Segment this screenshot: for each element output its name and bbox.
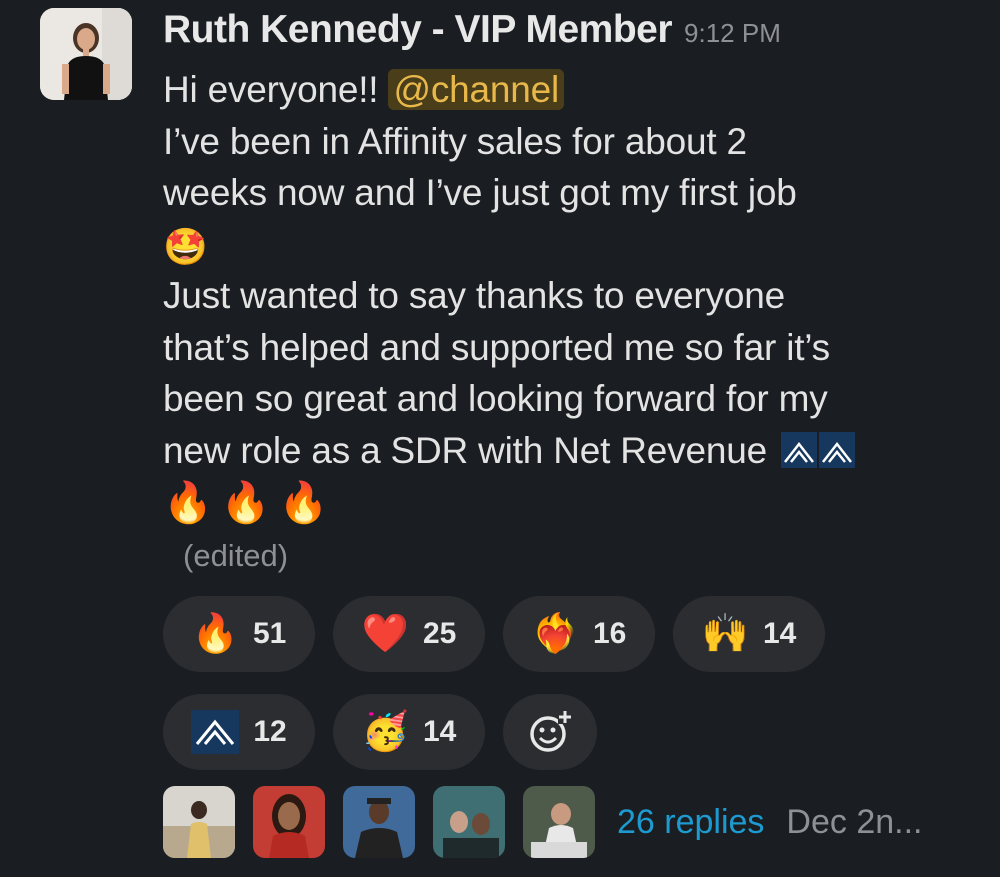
reaction-count: 14 [762, 617, 797, 650]
reaction-partying-face[interactable]: 🥳 14 [333, 694, 485, 770]
replies-link[interactable]: 26 replies [617, 803, 764, 842]
replier-avatar [343, 786, 415, 858]
partying-face-icon: 🥳 [361, 711, 409, 753]
message-line: 🤩 [163, 219, 963, 271]
reaction-count: 12 [253, 715, 287, 748]
replier-avatar [433, 786, 505, 858]
last-reply-date: Dec 2n... [786, 802, 923, 841]
reaction-row: 🔥 51 ❤️ 25 ❤️‍🔥 16 🙌 14 [163, 596, 963, 672]
message-line-text: new role as a SDR with Net Revenue [163, 429, 767, 471]
net-revenue-logo-icon [191, 710, 240, 754]
reactions-bar: 🔥 51 ❤️ 25 ❤️‍🔥 16 🙌 14 12 🥳 14 [163, 596, 963, 792]
message-line: Hi everyone!! @channel [163, 64, 963, 116]
reaction-row: 12 🥳 14 [163, 694, 963, 770]
net-revenue-logo-icon [819, 431, 856, 468]
edited-label: (edited) [183, 538, 289, 573]
reaction-net-revenue[interactable]: 12 [163, 694, 315, 770]
fire-icon: 🔥 [191, 613, 239, 655]
reaction-count: 51 [252, 617, 287, 650]
net-revenue-logo-icon [781, 431, 818, 468]
add-reaction-button[interactable] [503, 694, 597, 770]
message-timestamp[interactable]: 9:12 PM [684, 18, 781, 49]
reaction-heart-on-fire[interactable]: ❤️‍🔥 16 [503, 596, 655, 672]
star-struck-icon: 🤩 [163, 225, 208, 267]
reaction-count: 14 [422, 715, 457, 748]
heart-on-fire-icon: ❤️‍🔥 [531, 613, 579, 655]
add-reaction-icon [530, 710, 572, 752]
author-avatar[interactable] [40, 8, 132, 100]
reaction-count: 25 [422, 617, 457, 650]
reaction-fire[interactable]: 🔥 51 [163, 596, 315, 672]
reaction-raised-hands[interactable]: 🙌 14 [673, 596, 825, 672]
message-line: that’s helped and supported me so far it… [163, 326, 830, 368]
replier-avatar [163, 786, 235, 858]
channel-mention[interactable]: @channel [388, 69, 565, 110]
fire-icon: 🔥 [278, 481, 329, 525]
heart-icon: ❤️ [361, 613, 409, 655]
message-text: Hi everyone!! @channel I’ve been in Affi… [163, 64, 963, 476]
raised-hands-icon: 🙌 [701, 613, 749, 655]
message-line: been so great and looking forward for my [163, 378, 828, 419]
fire-icon: 🔥 [163, 481, 213, 525]
replier-avatar [253, 786, 325, 858]
message-body: Ruth Kennedy - VIP Member 9:12 PM Hi eve… [163, 8, 963, 581]
author-name[interactable]: Ruth Kennedy - VIP Member [163, 8, 673, 52]
fire-emoji-row: 🔥 🔥 🔥 [163, 476, 963, 531]
message-line: new role as a SDR with Net Revenue [163, 425, 963, 477]
greeting-text: Hi everyone!! [163, 69, 389, 110]
message-line: I’ve been in Affinity sales for about 2 [163, 120, 747, 162]
fire-icon: 🔥 [220, 481, 271, 525]
message-line: Just wanted to say thanks to everyone [163, 275, 785, 316]
reaction-count: 16 [592, 617, 627, 650]
reaction-heart[interactable]: ❤️ 25 [333, 596, 485, 672]
thread-summary[interactable]: 26 replies Dec 2n... [163, 786, 923, 858]
message-line: weeks now and I’ve just got my first job [163, 172, 797, 213]
message-header: Ruth Kennedy - VIP Member 9:12 PM [163, 8, 963, 64]
replier-avatar [523, 786, 595, 858]
